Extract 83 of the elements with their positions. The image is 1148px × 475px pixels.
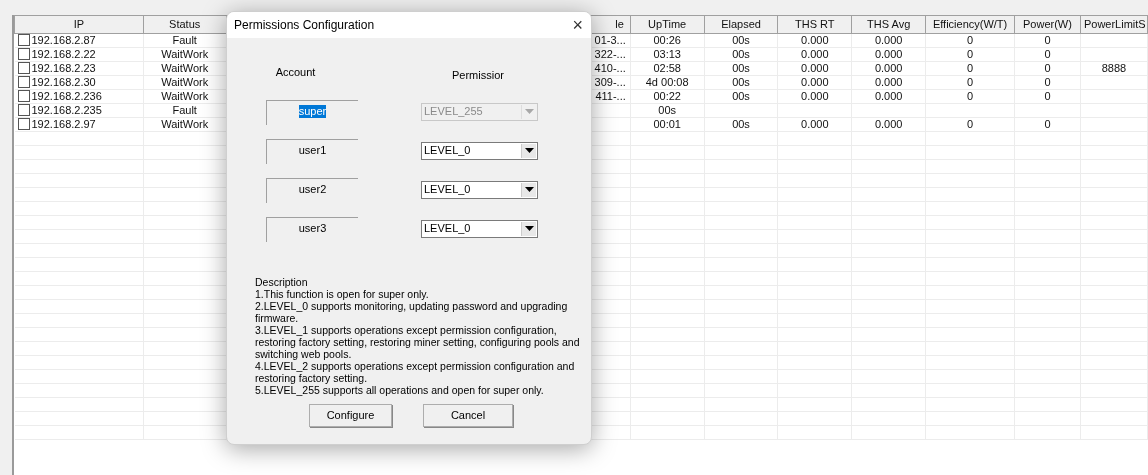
- checkbox[interactable]: [17, 62, 30, 74]
- table-cell: 4d 00:08: [630, 75, 705, 89]
- table-cell: 0: [925, 75, 1015, 89]
- table-cell: 0.000: [851, 61, 926, 75]
- table-cell: 0.000: [777, 47, 852, 61]
- table-cell: 192.168.2.30: [31, 75, 96, 89]
- table-cell: 0.000: [851, 75, 926, 89]
- column-header[interactable]: Efficiency(W/T): [925, 15, 1015, 33]
- table-cell: 00s: [704, 117, 778, 131]
- table-cell: 0.000: [777, 61, 852, 75]
- column-header[interactable]: IP: [14, 15, 144, 33]
- column-header[interactable]: Elapsed: [704, 15, 778, 33]
- caret-icon: [521, 182, 536, 197]
- account-field[interactable]: user1: [266, 138, 358, 164]
- column-header[interactable]: Status: [143, 15, 227, 33]
- table-cell: 0: [1014, 89, 1081, 103]
- checkbox[interactable]: [17, 104, 30, 116]
- table-cell: 0: [1014, 75, 1081, 89]
- description-text: 4.LEVEL_2 supports operations except permission configuration and restoring factory setting.: [255, 359, 576, 384]
- close-button[interactable]: ×: [572, 16, 583, 34]
- table-cell: 192.168.2.23: [31, 61, 96, 75]
- column-header[interactable]: UpTime: [630, 15, 705, 33]
- table-cell: 0.000: [777, 117, 852, 131]
- table-cell: 192.168.2.235: [31, 103, 102, 117]
- checkbox[interactable]: [17, 118, 30, 130]
- description-text: 3.LEVEL_1 supports operations except permission configuration, restoring factory setting, restoring miner setting, configuring pools and switching web pools.: [255, 323, 581, 360]
- table-cell: 0: [1014, 61, 1081, 75]
- dialog-title: Permissions Configuration: [234, 17, 375, 34]
- configure-button[interactable]: Configure: [309, 403, 392, 427]
- description-text: 2.LEVEL_0 supports monitoring, updating password and upgrading firmware.: [255, 299, 569, 324]
- table-cell: 0.000: [851, 117, 926, 131]
- table-cell: 0: [925, 89, 1015, 103]
- table-cell: 0.000: [777, 75, 852, 89]
- table-cell: 0.000: [851, 47, 926, 61]
- description-title: Description: [255, 275, 309, 288]
- table-cell: 0.000: [777, 89, 852, 103]
- caret-icon: [521, 143, 536, 158]
- table-cell: 192.168.2.97: [31, 117, 96, 131]
- table-cell: 00s: [704, 47, 778, 61]
- table-cell: 0.000: [851, 33, 926, 47]
- caret-icon: [521, 221, 536, 236]
- column-header[interactable]: THS RT: [777, 15, 852, 33]
- column-header: Permissior: [452, 68, 505, 83]
- caret-icon: [521, 104, 536, 119]
- table-cell: 0: [925, 61, 1015, 75]
- table-cell: 192.168.2.87: [31, 33, 96, 47]
- permission-dropdown[interactable]: LEVEL_0: [421, 141, 538, 160]
- table-cell: 0: [1014, 47, 1081, 61]
- column-header[interactable]: Power(W): [1014, 15, 1081, 33]
- checkbox[interactable]: [17, 34, 30, 46]
- table-cell: 0.000: [851, 89, 926, 103]
- table-cell: 8888: [1080, 61, 1148, 75]
- checkbox[interactable]: [17, 48, 30, 60]
- table-cell: 0: [925, 117, 1015, 131]
- table-cell: 00s: [704, 33, 778, 47]
- table-cell: 0: [925, 33, 1015, 47]
- table-cell: 00s: [704, 61, 778, 75]
- table-cell: 192.168.2.22: [31, 47, 96, 61]
- table-cell: 0: [925, 47, 1015, 61]
- table-cell: 00:22: [630, 89, 705, 103]
- table-cell: 0: [1014, 117, 1081, 131]
- description-text: 1.This function is open for super only.: [255, 287, 430, 300]
- table-cell: 0: [1014, 33, 1081, 47]
- table-cell: 00:01: [630, 117, 705, 131]
- checkbox[interactable]: [17, 90, 30, 102]
- checkbox[interactable]: [17, 76, 30, 88]
- column-header[interactable]: THS Avg: [851, 15, 926, 33]
- account-field[interactable]: user3: [266, 216, 358, 242]
- permission-dropdown[interactable]: LEVEL_0: [421, 219, 538, 238]
- table-cell: 0.000: [777, 33, 852, 47]
- table-cell: 00s: [704, 75, 778, 89]
- table-cell: 192.168.2.236: [31, 89, 102, 103]
- cancel-button[interactable]: Cancel: [423, 403, 513, 427]
- table-cell: 03:13: [630, 47, 705, 61]
- table-cell: 00s: [704, 89, 778, 103]
- permission-dropdown[interactable]: LEVEL_0: [421, 180, 538, 199]
- column-header[interactable]: PowerLimitS: [1080, 15, 1148, 33]
- table-cell: 02:58: [630, 61, 705, 75]
- account-field[interactable]: user2: [266, 177, 358, 203]
- description-text: 5.LEVEL_255 supports all operations and open for super only.: [255, 383, 545, 396]
- table-cell: 00:26: [630, 33, 705, 47]
- column-header: Account: [274, 65, 317, 80]
- table-cell: 00s: [630, 103, 705, 117]
